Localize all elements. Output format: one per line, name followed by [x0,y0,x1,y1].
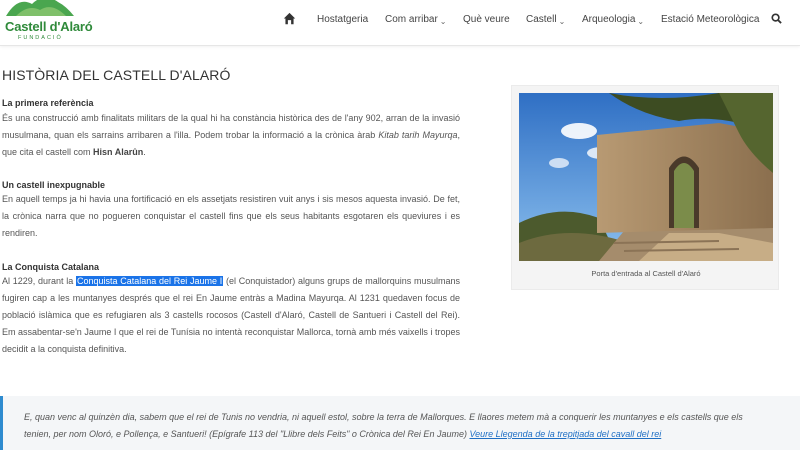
chevron-down-icon: ⌄ [558,17,566,26]
nav-item-estacio-meteorologica[interactable]: Estació Meteorològica [661,13,759,27]
home-icon[interactable] [283,12,296,25]
nav-item-label: Com arribar [385,14,438,25]
section-paragraph: És una construcció amb finalitats milita… [2,110,460,161]
bold-castle-name: Hisn Alarûn [93,147,144,157]
paragraph-text: . [143,147,146,157]
nav-item-label: Estació Meteorològica [661,14,760,25]
site-logo[interactable]: Castell d'Alaró FUNDACIÓ [2,0,93,46]
chevron-down-icon: ⌄ [637,17,645,26]
logo-title: Castell d'Alaró [5,19,93,34]
nav-item-com-arribar[interactable]: Com arribar ⌄ [385,13,447,27]
figure-caption: Porta d'entrada al Castell d'Alaró [591,269,701,278]
nav-item-hostatgeria[interactable]: Hostatgeria [317,13,368,27]
nav-item-label: Castell [526,14,557,25]
chevron-down-icon: ⌄ [439,17,447,26]
italic-source-title: Kitab tarih Mayurqa [378,130,458,140]
paragraph-text: Al 1229, durant la [2,276,76,286]
page-title: HISTÒRIA DEL CASTELL D'ALARÓ [2,67,231,83]
conquista-catalana-link[interactable]: Conquista Catalana del Rei Jaume I [75,276,224,286]
section-heading: La Conquista Catalana [2,262,100,272]
castle-gate-image [519,93,773,261]
nav-item-label: Hostatgeria [317,14,369,25]
search-icon[interactable] [771,13,782,24]
nav-item-castell[interactable]: Castell ⌄ [526,13,565,27]
nav-item-arqueologia[interactable]: Arqueologia ⌄ [582,13,644,27]
section-paragraph: Al 1229, durant la Conquista Catalana de… [2,273,460,358]
section-heading: La primera referència [2,98,94,108]
quote-block: E, quan venc al quinzèn dia, sabem que e… [0,396,800,450]
section-paragraph: En aquell temps ja hi havia una fortific… [2,194,460,238]
section-heading: Un castell inexpugnable [2,180,106,190]
legend-link[interactable]: Veure Llegenda de la trepitjada del cava… [469,429,661,439]
logo-subtitle: FUNDACIÓ [18,35,63,41]
castle-gate-figure: Porta d'entrada al Castell d'Alaró [511,85,779,290]
paragraph-text: (el Conquistador) alguns grups de mallor… [2,276,460,354]
nav-item-label: Què veure [463,14,510,25]
castle-gate-photo [519,93,773,261]
site-header: Castell d'Alaró FUNDACIÓ Hostatgeria Com… [0,0,800,46]
quote-text: E, quan venc al quinzèn dia, sabem que e… [24,409,764,443]
nav-item-label: Arqueologia [582,14,636,25]
nav-item-que-veure[interactable]: Què veure [463,13,510,27]
hill-logo-icon [6,0,74,16]
